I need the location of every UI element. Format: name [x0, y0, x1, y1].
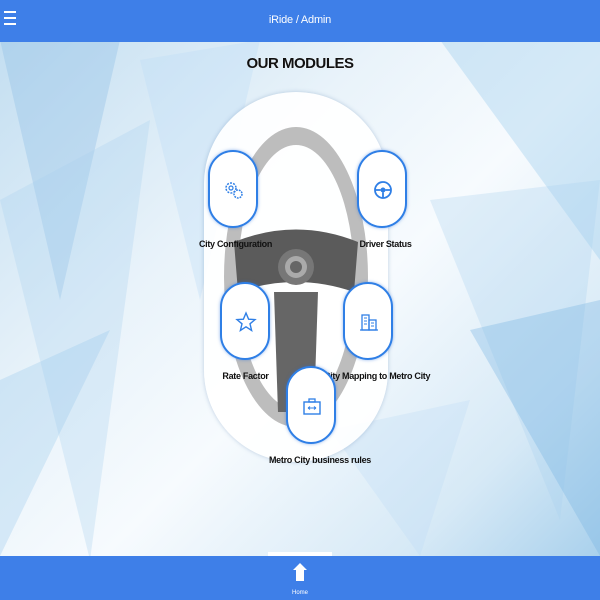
steering-wheel-icon — [374, 181, 392, 199]
briefcase-icon — [303, 398, 321, 415]
module-icon-circle — [220, 282, 270, 360]
top-app-bar: iRide / Admin — [0, 0, 600, 42]
module-icon-circle — [208, 150, 258, 228]
module-city-configuration[interactable]: City Configuration — [198, 150, 272, 254]
module-label: Driver Status — [359, 239, 412, 249]
module-icon-circle — [286, 366, 336, 444]
home-icon — [293, 563, 307, 581]
home-tab-seam — [268, 552, 332, 556]
module-rate-factor[interactable]: Rate Factor — [212, 282, 282, 386]
home-tab[interactable]: Home — [268, 552, 332, 600]
app-title: iRide / Admin — [268, 14, 332, 26]
gears-icon — [225, 182, 243, 199]
buildings-icon — [360, 314, 378, 331]
module-metro-city-business-rules[interactable]: Metro City business rules — [269, 366, 371, 470]
home-label: Home — [291, 590, 308, 596]
module-label: Metro City business rules — [268, 455, 372, 465]
module-icon-circle — [357, 150, 407, 228]
star-icon — [235, 311, 257, 333]
module-driver-status[interactable]: Driver Status — [350, 150, 420, 254]
module-label: Rate Factor — [222, 371, 269, 381]
page-title: OUR MODULES — [246, 55, 355, 72]
module-icon-circle — [343, 282, 393, 360]
module-label: City Configuration — [198, 239, 273, 249]
